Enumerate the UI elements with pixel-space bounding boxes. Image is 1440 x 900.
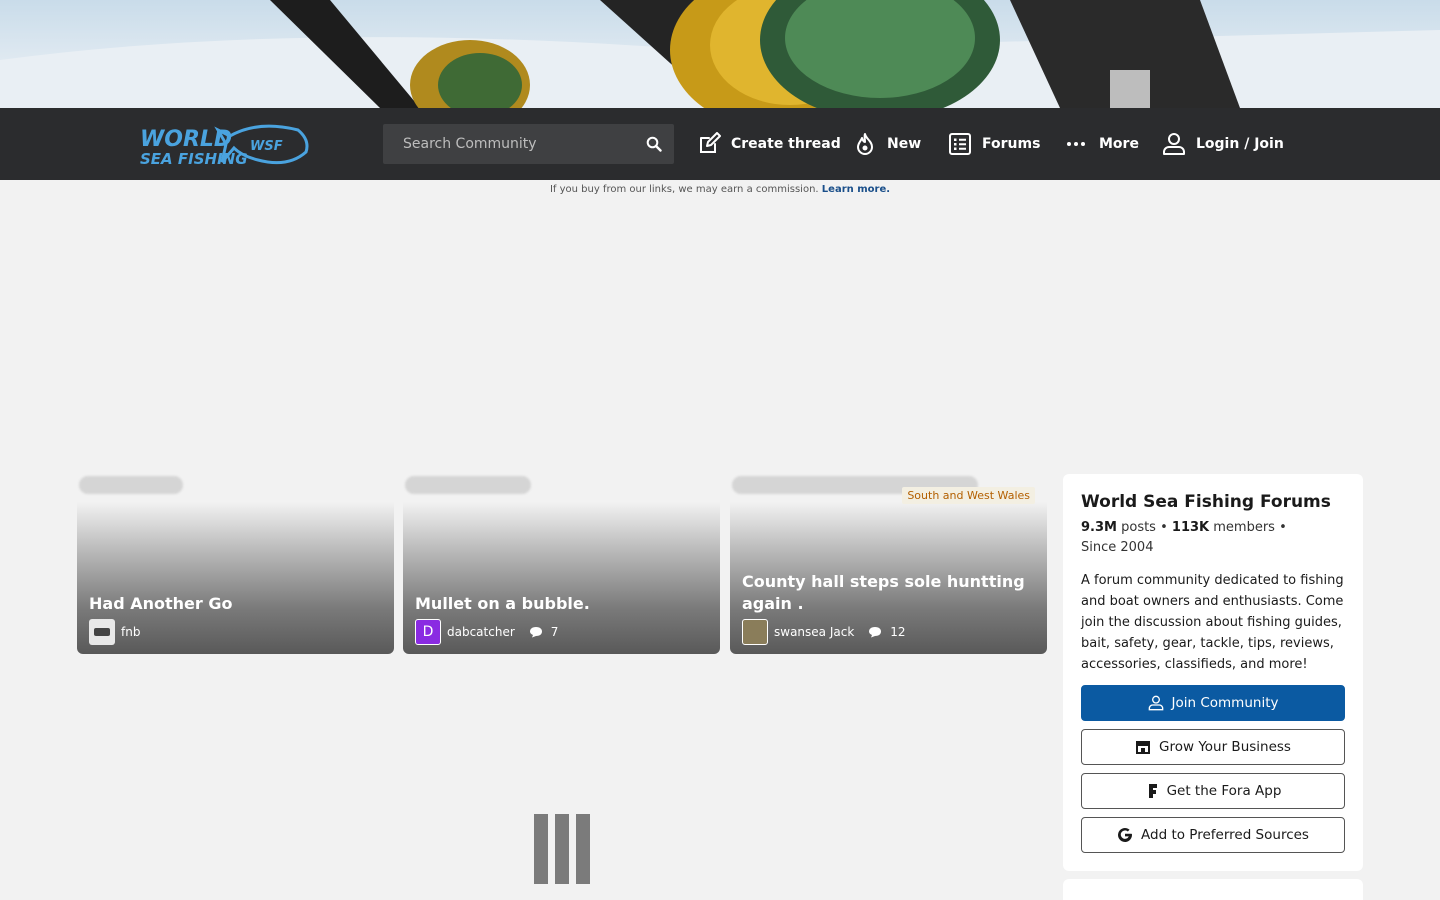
grow-business-label: Grow Your Business: [1159, 739, 1291, 755]
thread-card[interactable]: South and West Wales County hall steps s…: [730, 474, 1047, 654]
thread-meta: swansea Jack 12: [742, 619, 906, 645]
comment-icon: [869, 627, 882, 638]
members-count: 113K: [1171, 520, 1210, 535]
user-icon: [1148, 695, 1163, 711]
nav-login-label: Login / Join: [1196, 136, 1284, 152]
thread-author[interactable]: dabcatcher: [447, 625, 515, 639]
loading-indicator: [534, 814, 590, 884]
nav-create-thread-label: Create thread: [731, 136, 841, 152]
commission-notice: If you buy from our links, we may earn a…: [0, 184, 1440, 195]
avatar[interactable]: D: [415, 619, 441, 645]
members-label: members: [1213, 520, 1275, 535]
comment-count: 7: [529, 625, 559, 639]
preferred-sources-button[interactable]: Add to Preferred Sources: [1081, 817, 1345, 853]
preferred-sources-label: Add to Preferred Sources: [1141, 827, 1309, 843]
comment-count-value: 12: [890, 625, 906, 639]
svg-text:WSF: WSF: [250, 139, 283, 154]
nav-forums[interactable]: Forums: [948, 130, 1040, 158]
join-community-button[interactable]: Join Community: [1081, 685, 1345, 721]
thread-title[interactable]: Had Another Go: [89, 593, 384, 615]
hero-banner: [0, 0, 1440, 108]
learn-more-link[interactable]: Learn more.: [822, 184, 890, 195]
nav-more[interactable]: More: [1065, 130, 1139, 158]
site-logo[interactable]: WORLD SEA FISHING WSF: [138, 122, 312, 168]
thread-author[interactable]: fnb: [121, 625, 140, 639]
blurred-tag: [405, 476, 531, 494]
grow-business-button[interactable]: Grow Your Business: [1081, 729, 1345, 765]
user-icon: [1163, 133, 1185, 155]
search-button[interactable]: [642, 132, 666, 156]
loading-bars-icon: [534, 814, 590, 884]
fishing-reel-image: [0, 0, 1440, 108]
nav-forums-label: Forums: [982, 136, 1041, 152]
thread-card[interactable]: Had Another Go fnb: [77, 474, 394, 654]
comment-count-value: 7: [550, 625, 559, 639]
join-community-label: Join Community: [1171, 695, 1279, 711]
nav-create-thread[interactable]: Create thread: [697, 130, 841, 158]
thread-meta: fnb: [89, 619, 140, 645]
list-icon: [949, 133, 971, 155]
sidebar-secondary-card: [1063, 879, 1363, 900]
nav-login[interactable]: Login / Join: [1162, 130, 1284, 158]
thread-author[interactable]: swansea Jack: [774, 625, 854, 639]
comment-icon: [529, 627, 542, 638]
since-year: Since 2004: [1081, 540, 1154, 555]
search-icon: [646, 136, 662, 152]
store-icon: [1136, 741, 1151, 754]
nav-new-label: New: [887, 136, 922, 152]
fora-logo-icon: [1148, 784, 1157, 798]
nav-more-label: More: [1099, 136, 1139, 152]
region-badge[interactable]: South and West Wales: [902, 487, 1035, 504]
posts-count: 9.3M: [1081, 520, 1117, 535]
thread-title[interactable]: County hall steps sole huntting again .: [742, 571, 1037, 615]
community-sidebar: World Sea Fishing Forums 9.3M posts • 11…: [1063, 474, 1363, 871]
avatar[interactable]: [742, 619, 768, 645]
more-dots-icon: [1067, 142, 1085, 146]
posts-label: posts: [1121, 520, 1156, 535]
get-app-button[interactable]: Get the Fora App: [1081, 773, 1345, 809]
flame-icon: [857, 133, 873, 155]
nav-new[interactable]: New: [853, 130, 921, 158]
commission-text: If you buy from our links, we may earn a…: [549, 184, 819, 195]
blurred-tag: [79, 476, 183, 494]
get-app-label: Get the Fora App: [1166, 783, 1282, 799]
community-title: World Sea Fishing Forums: [1081, 492, 1331, 512]
edit-icon: [700, 132, 721, 153]
avatar[interactable]: [89, 619, 115, 645]
thread-title[interactable]: Mullet on a bubble.: [415, 593, 710, 615]
google-icon: [1118, 827, 1133, 842]
top-navbar: WORLD SEA FISHING WSF Create thread New: [0, 108, 1440, 180]
community-description: A forum community dedicated to fishing a…: [1081, 573, 1344, 672]
thread-meta: D dabcatcher 7: [415, 619, 558, 645]
search-box: [383, 124, 674, 164]
thread-card[interactable]: Mullet on a bubble. D dabcatcher 7: [403, 474, 720, 654]
comment-count: 12: [868, 625, 906, 639]
community-stats: 9.3M posts • 113K members • Since 2004: [1081, 520, 1287, 555]
search-input[interactable]: [383, 124, 633, 164]
